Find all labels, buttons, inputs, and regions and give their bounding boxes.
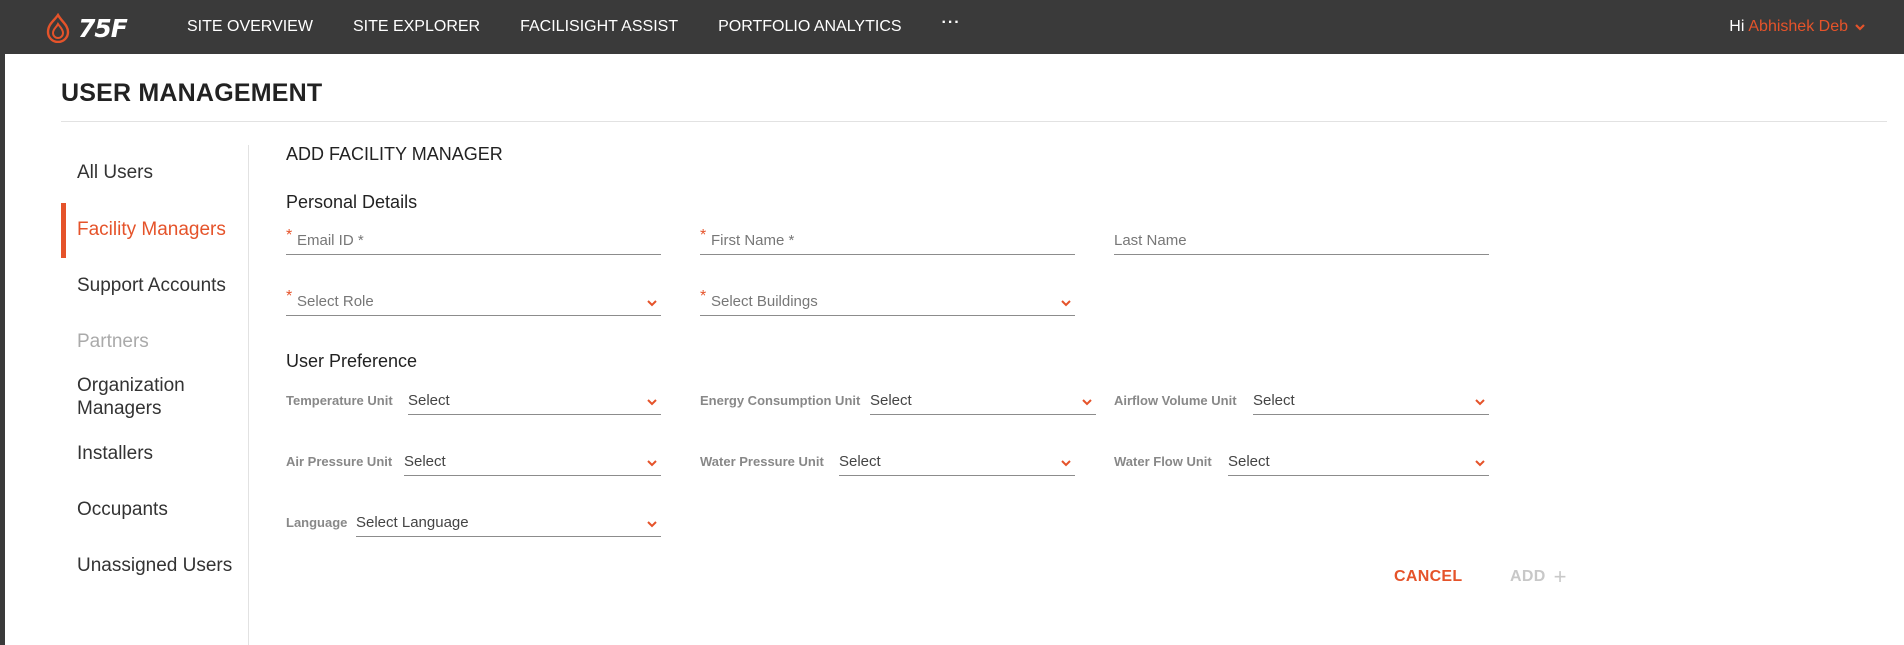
sidebar-item-partners: Partners <box>77 331 149 352</box>
water-flow-unit-control: Water Flow Unit Select <box>1114 448 1489 476</box>
title-divider <box>61 121 1887 122</box>
role-placeholder: Select Role <box>297 293 374 310</box>
chevron-down-icon[interactable] <box>645 517 659 531</box>
water-pressure-unit-control: Water Pressure Unit Select <box>700 448 1075 476</box>
add-button-label: ADD <box>1510 568 1546 585</box>
water-flow-unit-value: Select <box>1228 453 1270 470</box>
plus-icon: + <box>1553 564 1567 589</box>
buildings-select[interactable]: * Select Buildings <box>700 288 1075 316</box>
water-pressure-unit-select[interactable]: Select <box>839 448 1075 476</box>
email-placeholder: Email ID * <box>297 232 364 249</box>
sidebar-item-occupants[interactable]: Occupants <box>61 498 249 521</box>
required-mark: * <box>700 227 707 244</box>
user-name[interactable]: Abhishek Deb <box>1748 18 1848 36</box>
air-pressure-unit-label: Air Pressure Unit <box>286 454 393 469</box>
nav-site-overview[interactable]: SITE OVERVIEW <box>187 18 313 36</box>
airflow-unit-control: Airflow Volume Unit Select <box>1114 387 1489 415</box>
temperature-unit-label: Temperature Unit <box>286 393 393 408</box>
page-title: USER MANAGEMENT <box>61 79 323 107</box>
form-title: ADD FACILITY MANAGER <box>286 144 503 164</box>
flame-logo-icon <box>46 13 70 43</box>
chevron-down-icon[interactable] <box>645 296 659 310</box>
window-edge <box>0 0 5 645</box>
cancel-button[interactable]: CANCEL <box>1394 568 1462 586</box>
water-flow-unit-select[interactable]: Select <box>1228 448 1489 476</box>
energy-unit-label: Energy Consumption Unit <box>700 393 861 408</box>
user-menu[interactable]: Hi Abhishek Deb <box>1729 0 1866 54</box>
sidebar-divider <box>248 145 249 645</box>
first-name-placeholder: First Name * <box>711 232 795 249</box>
air-pressure-unit-select[interactable]: Select <box>404 448 661 476</box>
airflow-unit-label: Airflow Volume Unit <box>1114 393 1237 408</box>
nav-site-explorer[interactable]: SITE EXPLORER <box>353 18 480 36</box>
temperature-unit-value: Select <box>408 392 450 409</box>
required-mark: * <box>286 227 293 244</box>
user-preference-heading: User Preference <box>286 351 418 371</box>
required-mark: * <box>700 288 707 305</box>
chevron-down-icon[interactable] <box>1473 395 1487 409</box>
airflow-unit-select[interactable]: Select <box>1253 387 1489 415</box>
water-pressure-unit-label: Water Pressure Unit <box>700 454 824 469</box>
language-label: Language <box>286 515 348 530</box>
air-pressure-unit-value: Select <box>404 453 446 470</box>
chevron-down-icon[interactable] <box>645 456 659 470</box>
sidebar-item-installers[interactable]: Installers <box>61 442 249 465</box>
sidebar-item-unassigned-users[interactable]: Unassigned Users <box>61 554 249 577</box>
sidebar-item-organization-managers[interactable]: Organization Managers <box>61 374 211 420</box>
energy-unit-control: Energy Consumption Unit Select <box>700 387 1096 415</box>
buildings-placeholder: Select Buildings <box>711 293 818 310</box>
water-flow-unit-label: Water Flow Unit <box>1114 454 1212 469</box>
more-options-icon[interactable]: ··· <box>942 14 961 32</box>
sidebar-item-facility-managers[interactable]: Facility Managers <box>61 203 249 258</box>
first-name-field[interactable]: * First Name * <box>700 227 1075 255</box>
nav-facilisight-assist[interactable]: FACILISIGHT ASSIST <box>520 18 678 36</box>
language-control: Language Select Language <box>286 509 661 537</box>
last-name-field[interactable]: Last Name <box>1114 227 1489 255</box>
email-field[interactable]: * Email ID * <box>286 227 661 255</box>
main-nav: SITE OVERVIEW SITE EXPLORER FACILISIGHT … <box>187 0 961 54</box>
chevron-down-icon[interactable] <box>1059 296 1073 310</box>
logo-text: 75F <box>78 13 128 43</box>
temperature-unit-select[interactable]: Select <box>408 387 661 415</box>
sidebar-item-support-accounts[interactable]: Support Accounts <box>61 274 249 297</box>
water-pressure-unit-value: Select <box>839 453 881 470</box>
greeting: Hi <box>1729 18 1745 35</box>
required-mark: * <box>286 288 293 305</box>
role-select[interactable]: * Select Role <box>286 288 661 316</box>
energy-unit-value: Select <box>870 392 912 409</box>
language-value: Select Language <box>356 514 469 531</box>
chevron-down-icon[interactable] <box>1473 456 1487 470</box>
last-name-placeholder: Last Name <box>1114 232 1187 249</box>
chevron-down-icon[interactable] <box>645 395 659 409</box>
add-button[interactable]: ADD + <box>1510 564 1567 589</box>
chevron-down-icon[interactable] <box>1080 395 1094 409</box>
language-select[interactable]: Select Language <box>356 509 661 537</box>
chevron-down-icon[interactable] <box>1854 22 1866 32</box>
nav-portfolio-analytics[interactable]: PORTFOLIO ANALYTICS <box>718 18 901 36</box>
chevron-down-icon[interactable] <box>1059 456 1073 470</box>
personal-details-heading: Personal Details <box>286 192 418 212</box>
top-navigation-bar: 75F SITE OVERVIEW SITE EXPLORER FACILISI… <box>0 0 1904 54</box>
sidebar-item-all-users[interactable]: All Users <box>61 161 249 184</box>
brand-logo[interactable]: 75F <box>44 13 128 43</box>
airflow-unit-value: Select <box>1253 392 1295 409</box>
air-pressure-unit-control: Air Pressure Unit Select <box>286 448 661 476</box>
temperature-unit-control: Temperature Unit Select <box>286 387 661 415</box>
energy-unit-select[interactable]: Select <box>870 387 1096 415</box>
